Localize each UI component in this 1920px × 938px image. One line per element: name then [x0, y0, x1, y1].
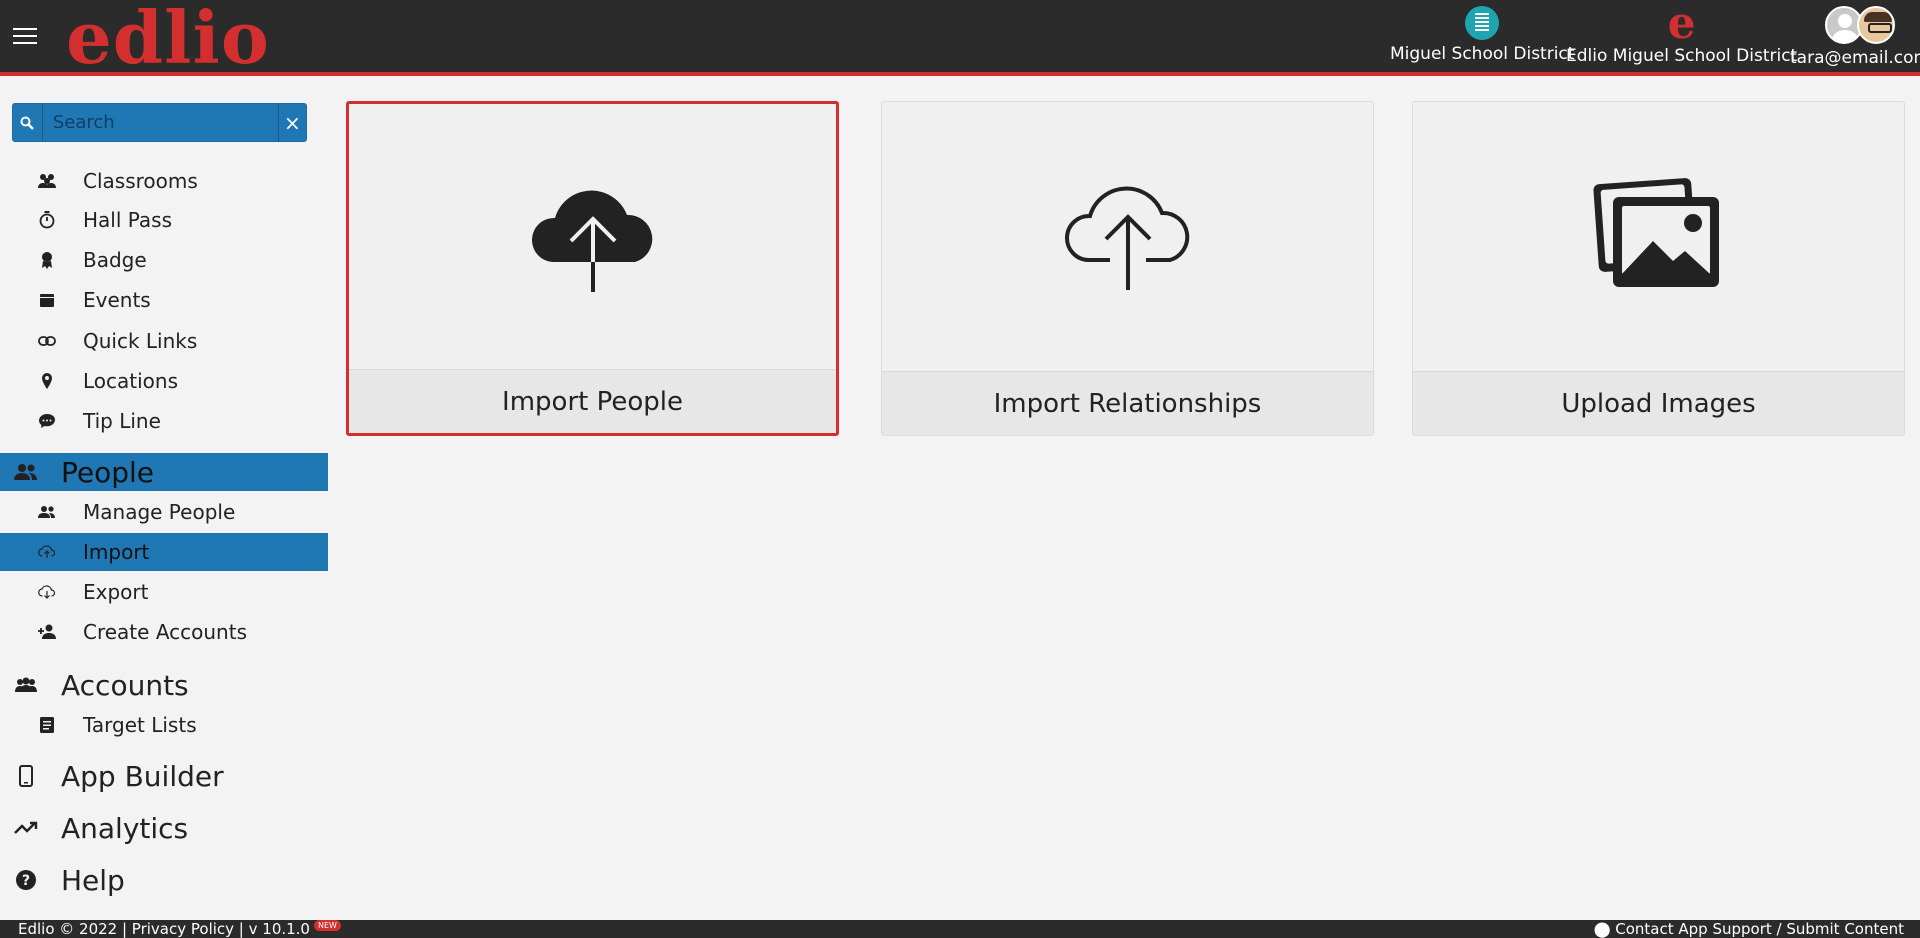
sidebar-item-label: Badge [83, 248, 147, 272]
sidebar-item-label: Create Accounts [83, 620, 247, 644]
sidebar-item-label: Events [83, 288, 151, 312]
sidebar-item-label: Classrooms [83, 169, 198, 193]
edlio-district-switcher[interactable]: e Edlio Miguel School District [1566, 0, 1798, 67]
users-icon [36, 505, 58, 519]
building-icon [1465, 6, 1500, 40]
footer: Edlio © 2022 | Privacy Policy | v 10.1.0… [0, 920, 1920, 938]
sidebar-item-locations[interactable]: Locations [0, 362, 328, 400]
avatar-group [1790, 6, 1920, 44]
stopwatch-icon [36, 211, 58, 229]
search-box: × [12, 103, 307, 142]
sidebar-item-label: Quick Links [83, 329, 198, 353]
cloud-upload-filled-icon [523, 177, 663, 301]
images-icon [1589, 175, 1729, 299]
sidebar-section-analytics[interactable]: Analytics [0, 809, 328, 847]
sidebar-item-import[interactable]: Import [0, 533, 328, 571]
sidebar-section-label: People [61, 455, 155, 489]
sidebar-section-accounts[interactable]: Accounts [0, 666, 328, 704]
mobile-phone-icon [12, 765, 40, 787]
sidebar-item-classrooms[interactable]: Classrooms [0, 162, 328, 200]
map-pin-icon [36, 373, 58, 389]
card-art [349, 104, 836, 374]
new-badge: NEW [313, 920, 341, 931]
help-circle-icon: ? [12, 869, 40, 891]
district-switcher[interactable]: Miguel School District [1390, 6, 1574, 64]
card-art [1413, 102, 1904, 372]
sidebar-item-target-lists[interactable]: Target Lists [0, 706, 328, 744]
search-icon [13, 104, 43, 141]
sidebar-item-label: Target Lists [83, 713, 197, 737]
link-icon [36, 336, 58, 346]
card-label: Import Relationships [882, 371, 1373, 435]
user-menu[interactable]: tara@email.com [1790, 6, 1920, 68]
sidebar-item-events[interactable]: Events [0, 281, 328, 319]
users-icon [12, 677, 40, 693]
footer-copyright: Edlio © 2022 | Privacy Policy | v 10.1.0 [18, 920, 310, 938]
menu-icon[interactable] [13, 28, 37, 46]
card-label: Upload Images [1413, 371, 1904, 435]
user-plus-icon [36, 624, 58, 640]
sidebar-item-label: Locations [83, 369, 179, 393]
clear-search-icon[interactable]: × [277, 104, 306, 141]
sidebar-section-label: Help [61, 863, 125, 897]
sidebar-item-manage-people[interactable]: Manage People [0, 493, 328, 531]
user-email: tara@email.com [1790, 48, 1920, 68]
card-art [882, 102, 1373, 372]
list-icon [36, 717, 58, 733]
top-header: edlio Miguel School District e Edlio Mig… [0, 0, 1920, 76]
import-people-card[interactable]: Import People [346, 101, 839, 436]
sidebar-item-create-accounts[interactable]: Create Accounts [0, 613, 328, 651]
sidebar-section-app-builder[interactable]: App Builder [0, 757, 328, 795]
sidebar-item-export[interactable]: Export [0, 573, 328, 611]
edlio-e-icon: e [1667, 0, 1696, 49]
chat-icon [36, 413, 58, 429]
footer-left: Edlio © 2022 | Privacy Policy | v 10.1.0… [18, 920, 341, 938]
edlio-logo[interactable]: edlio [66, 2, 270, 74]
users-icon [12, 463, 40, 481]
contact-support-link[interactable]: ⬤ Contact App Support / Submit Content [1594, 920, 1904, 938]
sidebar-section-label: Accounts [61, 668, 189, 702]
search-input[interactable] [42, 104, 278, 141]
sidebar-item-tip-line[interactable]: Tip Line [0, 402, 328, 440]
sidebar-item-label: Import [83, 540, 150, 564]
calendar-icon [36, 292, 58, 308]
sidebar-item-quick-links[interactable]: Quick Links [0, 322, 328, 360]
sidebar: × Classrooms Hall Pass Badge Events Quic… [0, 80, 328, 920]
card-label: Import People [349, 369, 836, 433]
sidebar-section-label: App Builder [61, 759, 224, 793]
upload-images-card[interactable]: Upload Images [1412, 101, 1905, 436]
import-relationships-card[interactable]: Import Relationships [881, 101, 1374, 436]
avatar [1857, 6, 1896, 44]
ribbon-icon [36, 251, 58, 269]
cloud-upload-outline-icon [1058, 175, 1198, 299]
sidebar-section-help[interactable]: ? Help [0, 861, 328, 899]
edlio-district-label: Edlio Miguel School District [1566, 46, 1798, 66]
cloud-upload-icon [36, 545, 58, 559]
trending-up-icon [12, 821, 40, 835]
sidebar-item-badge[interactable]: Badge [0, 241, 328, 279]
sidebar-item-label: Export [83, 580, 149, 604]
svg-text:?: ? [22, 873, 30, 889]
sidebar-item-label: Manage People [83, 500, 236, 524]
sidebar-item-label: Hall Pass [83, 208, 173, 232]
sidebar-item-label: Tip Line [83, 409, 161, 433]
support-icon: ⬤ [1593, 920, 1616, 938]
cloud-download-icon [36, 585, 58, 599]
sidebar-item-hall-pass[interactable]: Hall Pass [0, 201, 328, 239]
sidebar-section-label: Analytics [61, 811, 189, 845]
sidebar-section-people[interactable]: People [0, 453, 328, 491]
users-icon [36, 173, 58, 189]
district-label: Miguel School District [1390, 44, 1575, 64]
contact-support-label: Contact App Support / Submit Content [1615, 920, 1904, 938]
